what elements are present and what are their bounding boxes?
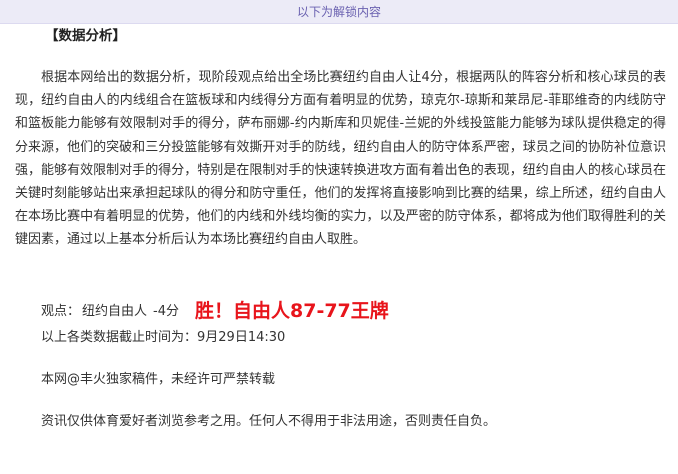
copyright-notice: 本网@丰火独家稿件，未经许可严禁转载 (41, 372, 276, 387)
section-heading: 【数据分析】 (45, 28, 126, 44)
unlock-banner-text: 以下为解锁内容 (296, 5, 381, 19)
unlock-banner: 以下为解锁内容 (0, 0, 678, 24)
prediction-result: 胜！自由人87-77王牌 (195, 299, 389, 322)
prediction-label: 观点： (41, 303, 81, 319)
disclaimer-text: 资讯仅供体育爱好者浏览参考之用。任何人不得用于非法用途，否则责任自负。 (41, 414, 497, 429)
prediction-row: 观点： 纽约自由人 -4分 胜！自由人87-77王牌 (41, 294, 389, 324)
prediction-pick: 纽约自由人 (82, 303, 148, 319)
analysis-paragraph: 根据本网给出的数据分析，现阶段观点给出全场比赛纽约自由人让4分，根据两队的阵容分… (15, 70, 666, 248)
data-cutoff-time: 以上各类数据截止时间为：9月29日14:30 (41, 330, 286, 345)
prediction-line: -4分 (153, 303, 179, 319)
